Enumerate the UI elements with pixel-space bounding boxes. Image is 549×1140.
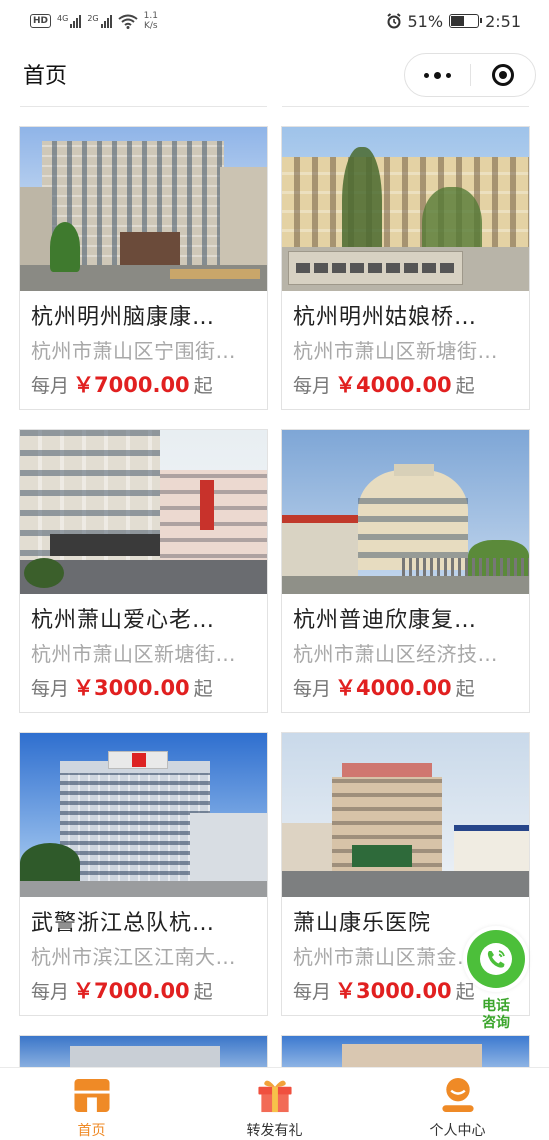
facility-card[interactable]: 杭州萧山爱心老… 杭州市萧山区新塘街… 每月 ￥3000.00 起: [19, 429, 268, 713]
facility-address: 杭州市萧山区新塘街…: [293, 339, 498, 363]
facility-card[interactable]: 杭州普迪欣康复… 杭州市萧山区经济技… 每月 ￥4000.00 起: [281, 429, 530, 713]
phone-consult-button[interactable]: [463, 926, 529, 992]
facility-photo: [282, 733, 529, 897]
price-row: 每月 ￥3000.00 起: [293, 979, 475, 1003]
nav-bar: 首页: [0, 42, 549, 106]
price-value: ￥4000.00: [335, 373, 452, 397]
price-row: 每月 ￥7000.00 起: [31, 979, 213, 1003]
facility-address: 杭州市萧山区经济技…: [293, 642, 498, 666]
battery-percent: 51%: [407, 11, 444, 31]
more-menu-button[interactable]: [405, 54, 470, 96]
tab-share-gift[interactable]: 转发有礼: [183, 1068, 366, 1140]
facility-photo: [20, 733, 267, 897]
tab-home[interactable]: 首页: [0, 1068, 183, 1140]
network-speed: 1.1 K/s: [143, 11, 158, 31]
sim2-signal: 2G: [87, 14, 112, 28]
facility-address: 杭州市滨江区江南大…: [31, 945, 236, 969]
tab-bar: 首页 转发有礼 个人中心: [0, 1067, 549, 1140]
facility-photo: [20, 127, 267, 291]
gift-icon: [257, 1080, 292, 1113]
tab-profile[interactable]: 个人中心: [366, 1068, 549, 1140]
status-left: HD 4G 2G 1.1 K/s: [30, 11, 158, 31]
phone-consult-label[interactable]: 电话 咨询: [472, 998, 520, 1032]
facility-name: 杭州明州脑康康…: [31, 305, 216, 330]
status-bar: HD 4G 2G 1.1 K/s 51% 2:51: [0, 0, 549, 42]
price-row: 每月 ￥4000.00 起: [293, 676, 475, 700]
signal-icon: [100, 14, 112, 28]
home-icon: [73, 1078, 110, 1113]
sim1-signal: 4G: [57, 14, 82, 28]
price-value: ￥7000.00: [73, 979, 190, 1003]
facility-address: 杭州市萧山区宁围街…: [31, 339, 236, 363]
facility-photo: [20, 430, 267, 594]
price-value: ￥7000.00: [73, 373, 190, 397]
price-row: 每月 ￥4000.00 起: [293, 373, 475, 397]
facility-name: 杭州普迪欣康复…: [293, 608, 478, 633]
facility-photo: [282, 430, 529, 594]
price-value: ￥3000.00: [335, 979, 452, 1003]
user-icon: [441, 1077, 474, 1113]
facility-card[interactable]: 杭州明州姑娘桥… 杭州市萧山区新塘街… 每月 ￥4000.00 起: [281, 126, 530, 410]
divider: [282, 106, 529, 107]
hd-badge: HD: [30, 14, 52, 28]
phone-icon: [480, 943, 512, 975]
divider: [20, 106, 267, 107]
facility-card[interactable]: 杭州明州脑康康… 杭州市萧山区宁围街… 每月 ￥7000.00 起: [19, 126, 268, 410]
more-dots-icon: [424, 72, 429, 78]
mini-program-capsule: [404, 53, 536, 97]
price-value: ￥4000.00: [335, 676, 452, 700]
clock: 2:51: [485, 11, 521, 31]
facility-address: 杭州市萧山区新塘街…: [31, 642, 236, 666]
facility-photo: [282, 127, 529, 291]
tab-label: 转发有礼: [246, 1123, 303, 1139]
page-title: 首页: [23, 64, 68, 89]
tab-label: 首页: [77, 1123, 106, 1139]
facility-name: 武警浙江总队杭…: [31, 911, 216, 936]
alarm-icon: [386, 13, 401, 29]
battery-icon: [449, 14, 483, 28]
facility-card[interactable]: 武警浙江总队杭… 杭州市滨江区江南大… 每月 ￥7000.00 起: [19, 732, 268, 1016]
close-mini-program-button[interactable]: [471, 54, 535, 96]
wifi-icon: [117, 14, 138, 29]
signal-icon: [70, 14, 82, 28]
facility-name: 杭州萧山爱心老…: [31, 608, 216, 633]
price-row: 每月 ￥3000.00 起: [31, 676, 213, 700]
price-value: ￥3000.00: [73, 676, 190, 700]
status-right: 51% 2:51: [386, 11, 521, 31]
tab-label: 个人中心: [429, 1123, 486, 1139]
facility-name: 杭州明州姑娘桥…: [293, 305, 478, 330]
price-row: 每月 ￥7000.00 起: [31, 373, 213, 397]
target-icon: [491, 64, 514, 86]
